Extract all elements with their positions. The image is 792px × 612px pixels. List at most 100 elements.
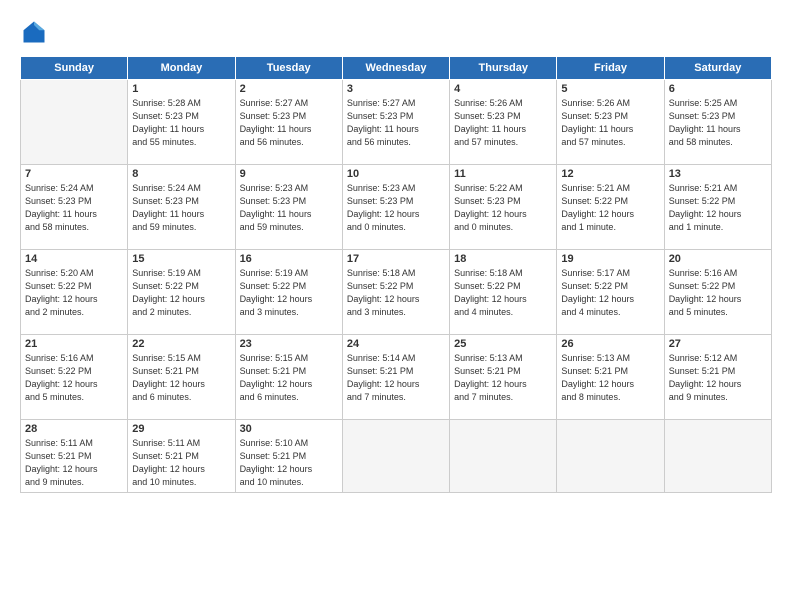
page: SundayMondayTuesdayWednesdayThursdayFrid…	[0, 0, 792, 612]
weekday-friday: Friday	[557, 57, 664, 80]
day-info: Sunrise: 5:16 AM Sunset: 5:22 PM Dayligh…	[25, 352, 123, 404]
day-info: Sunrise: 5:21 AM Sunset: 5:22 PM Dayligh…	[561, 182, 659, 234]
day-number: 27	[669, 338, 767, 350]
calendar-cell: 26 Sunrise: 5:13 AM Sunset: 5:21 PM Dayli…	[557, 335, 664, 420]
day-number: 17	[347, 253, 445, 265]
calendar-cell: 14Sunrise: 5:20 AM Sunset: 5:22 PM Dayli…	[21, 250, 128, 335]
calendar-cell	[664, 420, 771, 493]
calendar-cell: 2 Sunrise: 5:27 AM Sunset: 5:23 PM Daylig…	[235, 80, 342, 165]
day-info: Sunrise: 5:27 AM Sunset: 5:23 PM Dayligh…	[240, 97, 338, 149]
calendar-cell: 9Sunrise: 5:23 AM Sunset: 5:23 PM Daylig…	[235, 165, 342, 250]
day-info: Sunrise: 5:19 AM Sunset: 5:22 PM Dayligh…	[240, 267, 338, 319]
day-number: 26	[561, 338, 659, 350]
calendar-cell: 17 Sunrise: 5:18 AM Sunset: 5:22 PM Dayli…	[342, 250, 449, 335]
day-number: 24	[347, 338, 445, 350]
calendar-cell: 5 Sunrise: 5:26 AM Sunset: 5:23 PM Daylig…	[557, 80, 664, 165]
day-info: Sunrise: 5:21 AM Sunset: 5:22 PM Dayligh…	[669, 182, 767, 234]
weekday-monday: Monday	[128, 57, 235, 80]
week-row-1: 7 Sunrise: 5:24 AM Sunset: 5:23 PM Daylig…	[21, 165, 772, 250]
day-info: Sunrise: 5:10 AM Sunset: 5:21 PM Dayligh…	[240, 437, 338, 489]
day-info: Sunrise: 5:15 AM Sunset: 5:21 PM Dayligh…	[240, 352, 338, 404]
day-number: 25	[454, 338, 552, 350]
day-info: Sunrise: 5:15 AM Sunset: 5:21 PM Dayligh…	[132, 352, 230, 404]
day-info: Sunrise: 5:11 AM Sunset: 5:21 PM Dayligh…	[25, 437, 123, 489]
calendar-cell: 23 Sunrise: 5:15 AM Sunset: 5:21 PM Dayli…	[235, 335, 342, 420]
calendar-cell: 10 Sunrise: 5:23 AM Sunset: 5:23 PM Dayli…	[342, 165, 449, 250]
day-number: 18	[454, 253, 552, 265]
day-number: 23	[240, 338, 338, 350]
day-number: 19	[561, 253, 659, 265]
calendar-cell: 11Sunrise: 5:22 AM Sunset: 5:23 PM Dayli…	[450, 165, 557, 250]
day-number: 28	[25, 423, 123, 435]
calendar-cell: 16 Sunrise: 5:19 AM Sunset: 5:22 PM Dayli…	[235, 250, 342, 335]
week-row-0: 1 Sunrise: 5:28 AM Sunset: 5:23 PM Daylig…	[21, 80, 772, 165]
day-info: Sunrise: 5:26 AM Sunset: 5:23 PM Dayligh…	[561, 97, 659, 149]
day-info: Sunrise: 5:13 AM Sunset: 5:21 PM Dayligh…	[561, 352, 659, 404]
calendar-cell: 12 Sunrise: 5:21 AM Sunset: 5:22 PM Dayli…	[557, 165, 664, 250]
day-info: Sunrise: 5:26 AM Sunset: 5:23 PM Dayligh…	[454, 97, 552, 149]
calendar-table: SundayMondayTuesdayWednesdayThursdayFrid…	[20, 56, 772, 493]
calendar-cell: 4 Sunrise: 5:26 AM Sunset: 5:23 PM Daylig…	[450, 80, 557, 165]
calendar-cell	[21, 80, 128, 165]
weekday-header-row: SundayMondayTuesdayWednesdayThursdayFrid…	[21, 57, 772, 80]
day-number: 4	[454, 83, 552, 95]
day-info: Sunrise: 5:16 AM Sunset: 5:22 PM Dayligh…	[669, 267, 767, 319]
calendar-cell: 3 Sunrise: 5:27 AM Sunset: 5:23 PM Daylig…	[342, 80, 449, 165]
day-number: 16	[240, 253, 338, 265]
weekday-thursday: Thursday	[450, 57, 557, 80]
calendar-cell: 21 Sunrise: 5:16 AM Sunset: 5:22 PM Dayli…	[21, 335, 128, 420]
day-number: 1	[132, 83, 230, 95]
day-info: Sunrise: 5:28 AM Sunset: 5:23 PM Dayligh…	[132, 97, 230, 149]
day-number: 15	[132, 253, 230, 265]
calendar-cell: 30Sunrise: 5:10 AM Sunset: 5:21 PM Dayli…	[235, 420, 342, 493]
day-info: Sunrise: 5:19 AM Sunset: 5:22 PM Dayligh…	[132, 267, 230, 319]
day-number: 12	[561, 168, 659, 180]
day-info: Sunrise: 5:18 AM Sunset: 5:22 PM Dayligh…	[347, 267, 445, 319]
calendar-cell: 8 Sunrise: 5:24 AM Sunset: 5:23 PM Daylig…	[128, 165, 235, 250]
calendar-cell: 24 Sunrise: 5:14 AM Sunset: 5:21 PM Dayli…	[342, 335, 449, 420]
day-number: 13	[669, 168, 767, 180]
calendar-cell: 27Sunrise: 5:12 AM Sunset: 5:21 PM Dayli…	[664, 335, 771, 420]
day-info: Sunrise: 5:24 AM Sunset: 5:23 PM Dayligh…	[25, 182, 123, 234]
day-number: 6	[669, 83, 767, 95]
day-info: Sunrise: 5:20 AM Sunset: 5:22 PM Dayligh…	[25, 267, 123, 319]
day-number: 10	[347, 168, 445, 180]
calendar-cell: 15 Sunrise: 5:19 AM Sunset: 5:22 PM Dayli…	[128, 250, 235, 335]
calendar-cell: 19Sunrise: 5:17 AM Sunset: 5:22 PM Dayli…	[557, 250, 664, 335]
day-number: 11	[454, 168, 552, 180]
calendar-cell: 28 Sunrise: 5:11 AM Sunset: 5:21 PM Dayli…	[21, 420, 128, 493]
calendar-cell: 7 Sunrise: 5:24 AM Sunset: 5:23 PM Daylig…	[21, 165, 128, 250]
calendar-cell: 18 Sunrise: 5:18 AM Sunset: 5:22 PM Dayli…	[450, 250, 557, 335]
day-number: 20	[669, 253, 767, 265]
day-info: Sunrise: 5:11 AM Sunset: 5:21 PM Dayligh…	[132, 437, 230, 489]
day-info: Sunrise: 5:13 AM Sunset: 5:21 PM Dayligh…	[454, 352, 552, 404]
day-number: 2	[240, 83, 338, 95]
calendar-cell: 20 Sunrise: 5:16 AM Sunset: 5:22 PM Dayli…	[664, 250, 771, 335]
weekday-tuesday: Tuesday	[235, 57, 342, 80]
day-number: 7	[25, 168, 123, 180]
day-number: 5	[561, 83, 659, 95]
day-info: Sunrise: 5:18 AM Sunset: 5:22 PM Dayligh…	[454, 267, 552, 319]
calendar-cell	[342, 420, 449, 493]
day-info: Sunrise: 5:14 AM Sunset: 5:21 PM Dayligh…	[347, 352, 445, 404]
weekday-saturday: Saturday	[664, 57, 771, 80]
calendar-cell: 22 Sunrise: 5:15 AM Sunset: 5:21 PM Dayli…	[128, 335, 235, 420]
day-number: 22	[132, 338, 230, 350]
header	[20, 18, 772, 46]
day-number: 8	[132, 168, 230, 180]
calendar-cell: 29 Sunrise: 5:11 AM Sunset: 5:21 PM Dayli…	[128, 420, 235, 493]
weekday-wednesday: Wednesday	[342, 57, 449, 80]
day-info: Sunrise: 5:23 AM Sunset: 5:23 PM Dayligh…	[240, 182, 338, 234]
weekday-sunday: Sunday	[21, 57, 128, 80]
day-info: Sunrise: 5:24 AM Sunset: 5:23 PM Dayligh…	[132, 182, 230, 234]
day-info: Sunrise: 5:27 AM Sunset: 5:23 PM Dayligh…	[347, 97, 445, 149]
calendar-cell: 25 Sunrise: 5:13 AM Sunset: 5:21 PM Dayli…	[450, 335, 557, 420]
day-number: 3	[347, 83, 445, 95]
day-info: Sunrise: 5:23 AM Sunset: 5:23 PM Dayligh…	[347, 182, 445, 234]
day-number: 21	[25, 338, 123, 350]
day-number: 29	[132, 423, 230, 435]
day-info: Sunrise: 5:25 AM Sunset: 5:23 PM Dayligh…	[669, 97, 767, 149]
calendar-cell: 6 Sunrise: 5:25 AM Sunset: 5:23 PM Daylig…	[664, 80, 771, 165]
calendar-cell: 1 Sunrise: 5:28 AM Sunset: 5:23 PM Daylig…	[128, 80, 235, 165]
calendar-cell	[557, 420, 664, 493]
